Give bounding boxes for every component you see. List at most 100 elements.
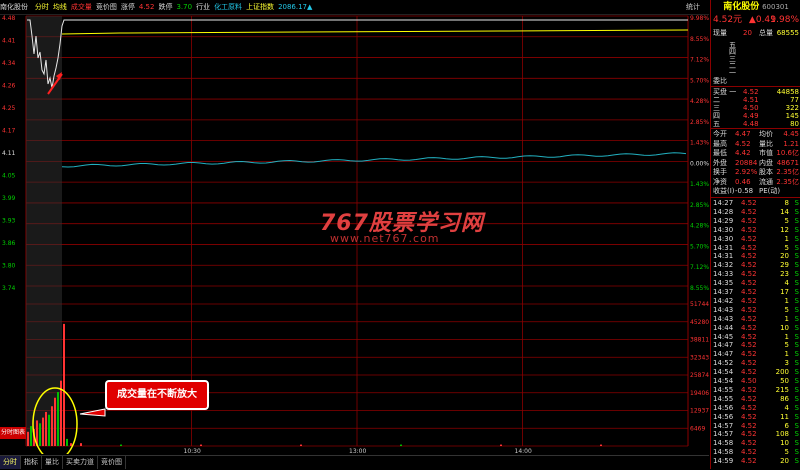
volume-axis-label: 25874 <box>690 372 709 379</box>
bottom-tab[interactable]: 买卖力道 <box>63 456 98 469</box>
stats-button[interactable]: 统计 <box>686 0 700 14</box>
percent-axis-label: 1.43% <box>690 181 709 188</box>
tick-time: 14:59 <box>713 457 734 466</box>
volume-axis-label: 19406 <box>690 390 709 397</box>
volume-axis-label: 38811 <box>690 337 709 344</box>
volume-axis-label: 45280 <box>690 319 709 326</box>
header-items: 分时 均线 成交量 竞价图 涨停 4.52 跌停 3.70 行业 化工原料 上证指数 2086.17▲ <box>35 3 317 11</box>
bottom-tab[interactable]: 指标 <box>21 456 42 469</box>
quote-stock-name: 南化股份 <box>723 2 760 12</box>
header-item[interactable]: 上证指数 <box>246 3 274 11</box>
side-label[interactable]: 分时图表 <box>0 427 26 439</box>
volume-bar <box>66 438 68 446</box>
price-axis-label: 4.05 <box>2 173 16 180</box>
quote-stock-code: 600301 <box>762 3 789 11</box>
time-axis-label: 14:00 <box>515 448 532 454</box>
bottom-tab[interactable]: 竞价图 <box>98 456 126 469</box>
index-line <box>61 152 687 168</box>
header-item[interactable]: 3.70 <box>176 3 192 11</box>
price-axis-label: 4.48 <box>2 15 16 22</box>
volume-bar <box>300 444 302 446</box>
tick-list[interactable]: 14:27 4.52 8 S 14:28 4.52 14 S 14:29 4.52 5 S 14:30 4… <box>711 197 800 465</box>
header-item[interactable]: 行业 <box>196 3 210 11</box>
watermark-url: www.net767.com <box>330 232 440 245</box>
volume-bar <box>200 444 202 446</box>
volume-bar <box>27 431 29 446</box>
header-item[interactable]: 化工原料 <box>214 3 242 11</box>
volume-callout: 成交量在不断放大 <box>105 380 209 410</box>
price-axis-label: 4.25 <box>2 105 16 112</box>
volume-bar <box>120 444 122 446</box>
volume-axis-label: 12937 <box>690 408 709 415</box>
percent-axis-label: 2.85% <box>690 202 709 209</box>
volume-bar <box>51 406 53 446</box>
header-item[interactable]: 成交量 <box>71 3 92 11</box>
volume-bar <box>30 426 32 446</box>
weibi-label: 委比 <box>713 77 727 85</box>
volume-bar <box>45 411 47 446</box>
price-axis-label: 4.26 <box>2 83 16 90</box>
volume-bar <box>600 444 602 446</box>
bottom-tab[interactable]: 量比 <box>42 456 63 469</box>
price-axis-label: 3.99 <box>2 195 16 202</box>
quote-percent: 9.98% <box>770 15 799 25</box>
header-item[interactable]: 竞价图 <box>96 3 117 11</box>
volume-bar <box>42 417 44 446</box>
volume-bar <box>39 423 41 446</box>
callout-pointer <box>79 408 106 417</box>
stat-label: PE(动) <box>759 187 781 195</box>
bottom-tab[interactable]: 分时 <box>0 456 21 469</box>
current-volume: 20 <box>743 29 752 37</box>
bid-levels: 买盘 一 4.52 44858 二 4.51 77 三 4.50 322 四 4.49 145 五 4.4… <box>711 86 800 128</box>
percent-axis-label: 5.70% <box>690 77 709 84</box>
total-volume: 68555 <box>776 29 799 37</box>
price-axis-label: 4.11 <box>2 150 16 157</box>
quote-stats: 今开 4.47 均价 4.45 最高 4.52 量比 1.21 最低 4.42 市值 10.6亿 外盘 2… <box>711 128 800 195</box>
header-item[interactable]: 分时 <box>35 3 49 11</box>
volume-bar <box>60 380 62 446</box>
tick-price: 4.52 <box>741 457 757 466</box>
volume-bar <box>70 443 72 446</box>
price-axis-label: 4.17 <box>2 128 16 135</box>
total-volume-label: 总量 <box>759 29 773 37</box>
tick-row: 14:59 4.52 20 S <box>713 456 799 467</box>
volume-bar <box>63 323 65 446</box>
stat-row: 收益(I) -0.58 PE(动) <box>713 186 799 197</box>
header-item[interactable]: 2086.17▲ <box>278 3 312 11</box>
volume-axis-label: 6469 <box>690 425 705 432</box>
percent-axis-label: 4.28% <box>690 223 709 230</box>
header-item[interactable]: 涨停 <box>121 3 135 11</box>
percent-axis-label: 2.85% <box>690 119 709 126</box>
price-axis-label: 4.41 <box>2 38 16 45</box>
header-item[interactable]: 跌停 <box>158 3 172 11</box>
volume-bar <box>48 414 50 446</box>
stat-label: 收益(I) <box>713 187 735 195</box>
percent-axis-label: 9.98% <box>690 15 709 22</box>
header-item[interactable]: 均线 <box>53 3 67 11</box>
chart-header: 南化股份 分时 均线 成交量 竞价图 涨停 4.52 跌停 3.70 行业 化工原料 上证指数 208… <box>0 0 709 15</box>
percent-axis-label: 7.12% <box>690 264 709 271</box>
volume-bar <box>400 444 402 446</box>
stat-value: -0.58 <box>735 187 754 195</box>
time-axis-label: 13:00 <box>349 448 366 454</box>
current-volume-label: 现量 <box>713 29 727 37</box>
price-axis-label: 3.74 <box>2 285 16 292</box>
percent-axis-label: 0.00% <box>690 160 709 167</box>
percent-axis-label: 8.55% <box>690 36 709 43</box>
percent-axis-label: 4.28% <box>690 98 709 105</box>
quote-price: 4.52元 <box>713 15 743 25</box>
price-axis-label: 4.34 <box>2 60 16 67</box>
price-axis-label: 3.93 <box>2 218 16 225</box>
quote-panel: 南化股份 600301 4.52元 ▲0.41 9.98% 现量 20 总量 6… <box>710 0 800 469</box>
volume-bar <box>57 392 59 446</box>
percent-axis-label: 7.12% <box>690 57 709 64</box>
tick-side: S <box>794 457 799 466</box>
time-axis-label: 10:30 <box>184 448 201 454</box>
percent-axis-label: 8.55% <box>690 285 709 292</box>
volume-axis-label: 32343 <box>690 354 709 361</box>
average-price-line <box>61 29 689 35</box>
percent-axis-label: 1.43% <box>690 140 709 147</box>
price-axis-label: 3.86 <box>2 240 16 247</box>
volume-bar <box>54 397 56 446</box>
header-item[interactable]: 4.52 <box>139 3 155 11</box>
